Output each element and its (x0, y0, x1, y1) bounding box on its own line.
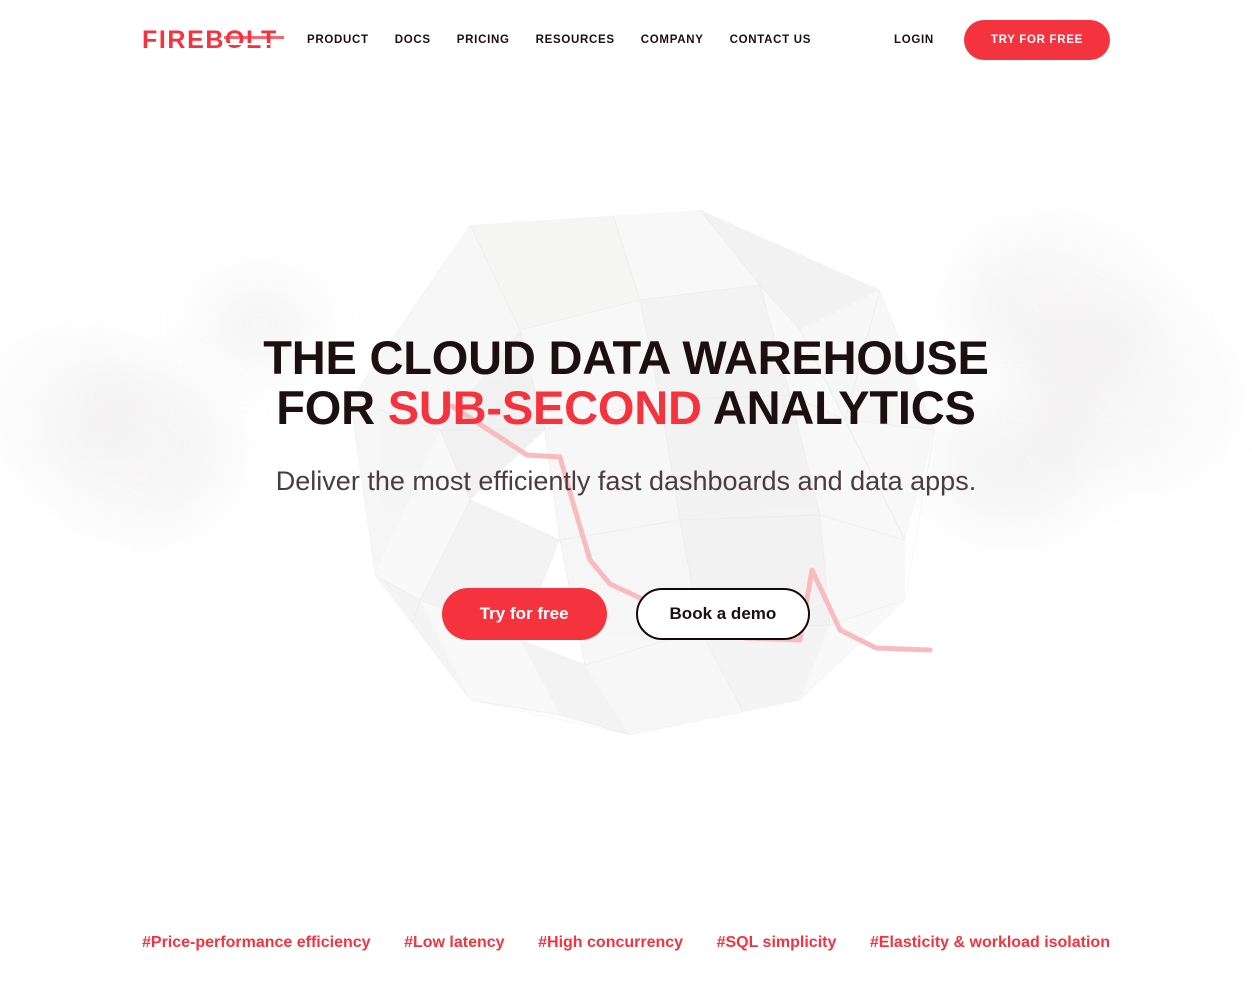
nav-item-docs[interactable]: DOCS (395, 34, 457, 46)
nav-item-product[interactable]: PRODUCT (307, 34, 395, 46)
login-link[interactable]: LOGIN (894, 34, 934, 46)
try-for-free-button[interactable]: Try for free (441, 588, 607, 640)
firebolt-logo[interactable]: FIREBOLT (142, 25, 278, 54)
site-header: FIREBOLT PRODUCT DOCS PRICING RESOURCES … (0, 0, 1252, 80)
headline-accent-sub-second: SUB-SECOND (387, 380, 702, 434)
hero-subheadline: Deliver the most efficiently fast dashbo… (275, 466, 977, 496)
book-a-demo-button[interactable]: Book a demo (635, 588, 811, 640)
header-try-for-free-button[interactable]: TRY FOR FREE (963, 20, 1110, 60)
tag-sql-simplicity[interactable]: #SQL simplicity (717, 934, 837, 952)
hero-headline: THE CLOUD DATA WAREHOUSE FOR SUB-SECOND … (0, 334, 1252, 432)
primary-nav: PRODUCT DOCS PRICING RESOURCES COMPANY C… (307, 0, 837, 80)
hero-section: THE CLOUD DATA WAREHOUSE FOR SUB-SECOND … (0, 0, 1252, 1000)
tag-elasticity-workload-isolation[interactable]: #Elasticity & workload isolation (870, 934, 1110, 952)
headline-line-1: THE CLOUD DATA WAREHOUSE (263, 331, 989, 384)
headline-line-2-prefix: FOR (276, 380, 388, 434)
tag-low-latency[interactable]: #Low latency (404, 934, 504, 952)
headline-line-2-suffix: ANALYTICS (701, 380, 976, 434)
nav-item-resources[interactable]: RESOURCES (536, 34, 641, 46)
crumpled-paper-illustration (0, 0, 1252, 1000)
logo-wordmark: FIREBOLT (142, 25, 278, 54)
tag-high-concurrency[interactable]: #High concurrency (538, 934, 683, 952)
feature-tag-row: #Price-performance efficiency #Low laten… (142, 934, 1110, 952)
landing-page: FIREBOLT PRODUCT DOCS PRICING RESOURCES … (0, 0, 1252, 1000)
nav-item-pricing[interactable]: PRICING (457, 34, 536, 46)
nav-item-contact-us[interactable]: CONTACT US (730, 34, 838, 46)
hero-cta-row: Try for free Book a demo (0, 588, 1252, 640)
tag-price-performance-efficiency[interactable]: #Price-performance efficiency (142, 934, 371, 952)
header-actions: LOGIN TRY FOR FREE (894, 0, 1110, 80)
nav-item-company[interactable]: COMPANY (641, 34, 730, 46)
headline-line-2: FOR SUB-SECOND ANALYTICS (0, 380, 1252, 434)
